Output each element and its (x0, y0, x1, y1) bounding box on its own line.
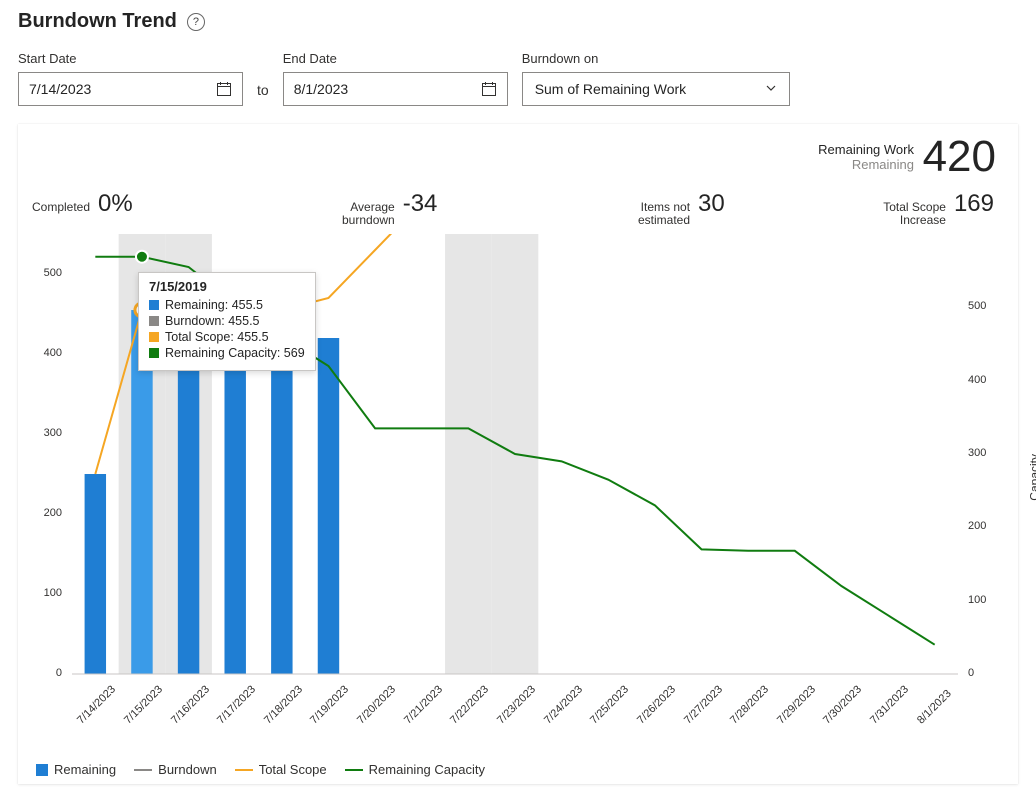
legend-burndown[interactable]: Burndown (134, 762, 217, 777)
help-icon[interactable]: ? (187, 13, 205, 31)
start-date-value: 7/14/2023 (29, 81, 91, 97)
legend-total-scope[interactable]: Total Scope (235, 762, 327, 777)
x-tick: 7/31/2023 (868, 683, 911, 726)
end-date-label: End Date (283, 51, 508, 66)
x-tick: 7/17/2023 (215, 683, 258, 726)
x-tick: 7/30/2023 (821, 683, 864, 726)
y-right-tick: 100 (968, 594, 998, 606)
chart-tooltip: 7/15/2019 Remaining: 455.5Burndown: 455.… (138, 272, 316, 371)
calendar-icon[interactable] (481, 81, 497, 97)
x-tick: 7/29/2023 (775, 683, 818, 726)
end-date-input[interactable]: 8/1/2023 (283, 72, 508, 106)
y-right-tick: 200 (968, 520, 998, 532)
y-left-tick: 400 (32, 347, 62, 359)
x-tick: 7/23/2023 (495, 683, 538, 726)
y-left-tick: 300 (32, 427, 62, 439)
page-title: Burndown Trend (18, 10, 177, 33)
items-not-estimated-value: 30 (698, 190, 725, 218)
end-date-value: 8/1/2023 (294, 81, 349, 97)
right-axis-title: Capacity (1028, 454, 1036, 501)
start-date-label: Start Date (18, 51, 243, 66)
legend-swatch (36, 764, 48, 776)
completed-label: Completed (32, 201, 90, 214)
legend-remaining[interactable]: Remaining (36, 762, 116, 777)
burndown-on-select[interactable]: Sum of Remaining Work (522, 72, 790, 106)
to-label: to (257, 82, 269, 106)
items-not-estimated-label: Items not estimated (638, 201, 690, 227)
chart-legend: Remaining Burndown Total Scope Remaining… (36, 762, 485, 777)
y-left-tick: 500 (32, 267, 62, 279)
burndown-on-value: Sum of Remaining Work (535, 81, 686, 97)
y-right-tick: 400 (968, 374, 998, 386)
x-tick: 7/24/2023 (542, 683, 585, 726)
y-right-tick: 0 (968, 667, 998, 679)
y-left-tick: 0 (32, 667, 62, 679)
completed-value: 0% (98, 190, 133, 218)
x-tick: 7/28/2023 (728, 683, 771, 726)
legend-swatch (345, 769, 363, 771)
x-tick: 7/19/2023 (308, 683, 351, 726)
legend-remaining-capacity[interactable]: Remaining Capacity (345, 762, 485, 777)
chart-card: Remaining Work Remaining 420 Completed 0… (18, 124, 1018, 784)
calendar-icon[interactable] (216, 81, 232, 97)
y-right-tick: 500 (968, 300, 998, 312)
x-tick: 7/18/2023 (262, 683, 305, 726)
burndown-on-label: Burndown on (522, 51, 790, 66)
legend-swatch (235, 769, 253, 771)
chevron-down-icon (765, 82, 777, 97)
y-left-tick: 100 (32, 587, 62, 599)
tooltip-date: 7/15/2019 (149, 279, 305, 294)
total-scope-increase-value: 169 (954, 190, 994, 218)
x-tick: 7/26/2023 (635, 683, 678, 726)
y-right-tick: 300 (968, 447, 998, 459)
x-tick: 7/21/2023 (402, 683, 445, 726)
remaining-work-value: 420 (923, 132, 996, 182)
x-tick: 7/20/2023 (355, 683, 398, 726)
x-tick: 8/1/2023 (915, 688, 954, 727)
remaining-work-labels: Remaining Work Remaining (818, 142, 914, 172)
x-tick: 7/16/2023 (169, 683, 212, 726)
x-tick: 7/25/2023 (588, 683, 631, 726)
x-tick: 7/22/2023 (448, 683, 491, 726)
total-scope-increase-label: Total Scope Increase (883, 201, 946, 227)
avg-burndown-value: -34 (403, 190, 438, 218)
y-left-tick: 200 (32, 507, 62, 519)
avg-burndown-label: Average burndown (342, 201, 395, 227)
start-date-input[interactable]: 7/14/2023 (18, 72, 243, 106)
legend-swatch (134, 769, 152, 771)
x-tick: 7/27/2023 (682, 683, 725, 726)
x-tick: 7/15/2023 (122, 683, 165, 726)
x-tick: 7/14/2023 (75, 683, 118, 726)
